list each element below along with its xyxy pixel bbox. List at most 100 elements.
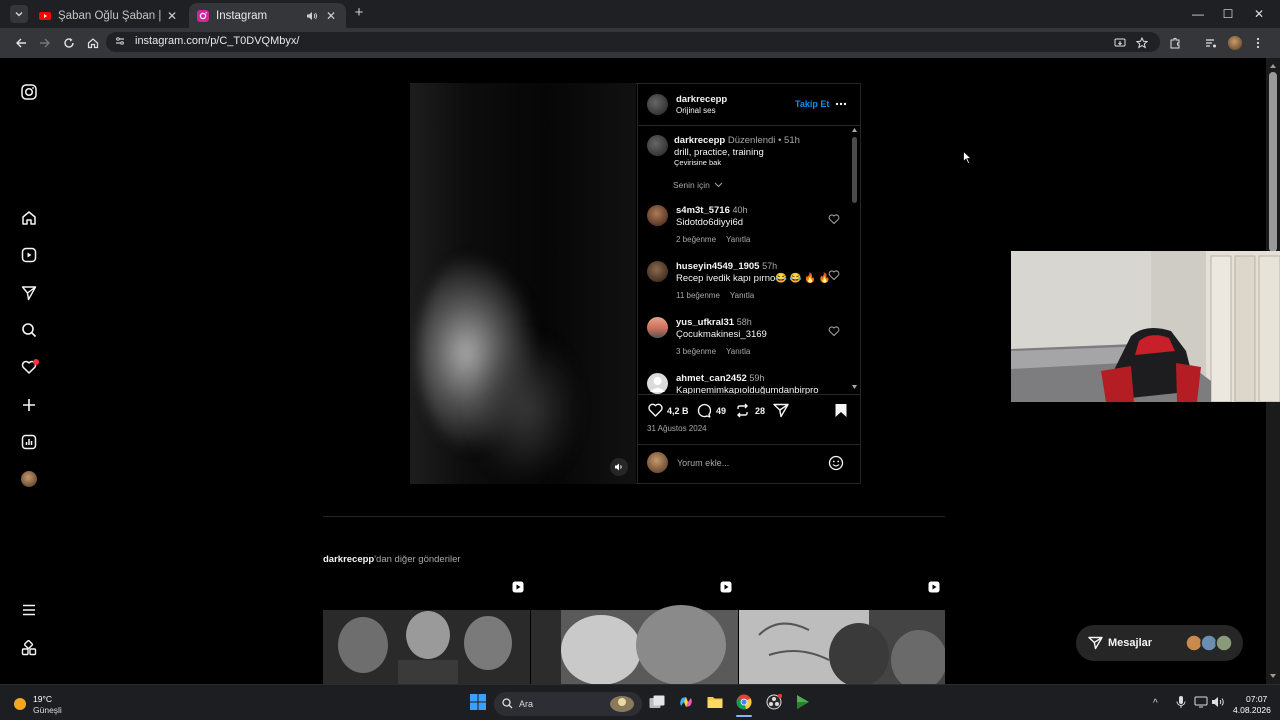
forward-button[interactable] — [36, 34, 54, 52]
reply-button[interactable]: Yanıtla — [726, 235, 750, 244]
back-button[interactable] — [12, 34, 30, 52]
search-icon[interactable] — [20, 321, 38, 339]
unmute-button[interactable] — [610, 458, 628, 476]
create-plus-icon[interactable] — [20, 396, 38, 414]
author-username[interactable]: darkrecepp — [676, 94, 727, 105]
search-highlight-icon — [607, 694, 637, 714]
more-post-thumbnail[interactable] — [323, 575, 530, 684]
reply-button[interactable]: Yanıtla — [730, 291, 754, 300]
post-options-icon[interactable] — [835, 102, 847, 106]
like-count[interactable]: 4,2 B — [667, 406, 689, 416]
comment-username[interactable]: huseyin4549_1905 — [676, 261, 759, 272]
caption-username[interactable]: darkrecepp — [674, 135, 725, 146]
emoji-picker-icon[interactable] — [828, 455, 844, 471]
translate-link[interactable]: Çevirisine bak — [674, 158, 721, 167]
browser-menu-icon[interactable] — [1249, 34, 1267, 52]
tab-search-button[interactable] — [10, 5, 28, 23]
reload-icon — [64, 38, 74, 48]
install-app-icon[interactable] — [1111, 34, 1129, 52]
site-info-icon[interactable] — [113, 34, 127, 48]
follow-button[interactable]: Takip Et — [795, 99, 829, 109]
more-posts-title: darkrecepp'dan diğer gönderiler — [323, 554, 461, 565]
task-view-icon[interactable] — [647, 692, 667, 712]
comment-likes[interactable]: 11 beğenme — [676, 291, 720, 300]
chrome-icon[interactable] — [734, 692, 754, 712]
copilot-icon[interactable] — [676, 692, 696, 712]
tab-instagram[interactable]: Instagram ✕ — [189, 3, 346, 28]
share-send-icon[interactable] — [773, 403, 789, 418]
windows-start-icon[interactable] — [468, 692, 488, 712]
save-bookmark-icon[interactable] — [834, 403, 848, 418]
arrow-right-icon — [40, 38, 50, 48]
reply-button[interactable]: Yanıtla — [726, 347, 750, 356]
volume-icon[interactable] — [1208, 692, 1228, 712]
repost-count[interactable]: 28 — [755, 406, 765, 416]
dashboard-icon[interactable] — [20, 433, 38, 451]
tab-youtube[interactable]: Şaban Oğlu Şaban | FULL HD - Y ✕ — [31, 3, 187, 28]
sun-weather-icon[interactable] — [13, 697, 27, 711]
home-nav-icon[interactable] — [20, 209, 38, 227]
caption-avatar[interactable] — [647, 135, 668, 156]
new-tab-button[interactable]: + — [352, 5, 366, 20]
comment-avatar[interactable] — [647, 261, 668, 282]
comment-likes[interactable]: 3 beğenme — [676, 347, 716, 356]
tab-title: Instagram — [216, 9, 268, 22]
minimize-button[interactable]: — — [1190, 6, 1206, 22]
tray-overflow-icon[interactable]: ^ — [1153, 698, 1158, 709]
comment-like-heart-icon[interactable] — [828, 325, 840, 337]
more-menu-icon[interactable] — [20, 601, 38, 619]
instagram-logo-icon[interactable] — [20, 83, 38, 101]
direct-send-icon[interactable] — [20, 284, 38, 302]
file-explorer-icon[interactable] — [705, 692, 725, 712]
mouse-cursor-icon — [963, 151, 972, 164]
comment-bubble-icon[interactable] — [696, 403, 711, 418]
url-text: instagram.com/p/C_T0DVQMbyx/ — [135, 35, 300, 47]
media-controls-icon[interactable] — [1202, 34, 1220, 52]
close-tab-icon[interactable]: ✕ — [324, 9, 338, 23]
close-tab-icon[interactable]: ✕ — [165, 9, 179, 23]
comment-likes[interactable]: 2 beğenme — [676, 235, 716, 244]
weather-description[interactable]: Güneşli — [33, 705, 62, 715]
close-window-button[interactable]: ✕ — [1251, 6, 1267, 22]
speaker-icon[interactable] — [306, 10, 318, 22]
reload-button[interactable] — [60, 34, 78, 52]
reel-badge-icon — [720, 581, 732, 593]
profile-nav-avatar[interactable] — [20, 470, 38, 488]
home-button[interactable] — [84, 34, 102, 52]
comment-username[interactable]: s4m3t_5716 — [676, 205, 730, 216]
comment-like-heart-icon[interactable] — [828, 213, 840, 225]
maximize-button[interactable]: ☐ — [1220, 6, 1236, 22]
extensions-icon[interactable] — [1166, 34, 1184, 52]
bookmark-star-icon[interactable] — [1133, 34, 1151, 52]
threads-apps-icon[interactable] — [20, 639, 38, 657]
repost-icon[interactable] — [735, 403, 750, 418]
clock-time[interactable]: 07:07 — [1246, 694, 1267, 704]
more-post-thumbnail[interactable] — [739, 575, 945, 684]
reels-icon[interactable] — [20, 246, 38, 264]
comment-avatar[interactable] — [647, 373, 668, 394]
like-heart-icon[interactable] — [648, 403, 663, 417]
current-user-avatar — [647, 452, 668, 473]
profile-avatar[interactable] — [1226, 34, 1244, 52]
comment-count[interactable]: 49 — [716, 406, 726, 416]
comment-item: s4m3t_5716 40h Sidotdo6diyyi6d 2 beğenme… — [647, 205, 852, 245]
speaker-icon — [615, 463, 622, 471]
weather-temperature[interactable]: 19°C — [33, 694, 52, 704]
comment-username[interactable]: yus_ufkral31 — [676, 317, 734, 328]
comment-sort-dropdown[interactable]: Senin için — [673, 180, 723, 190]
comment-username[interactable]: ahmet_can2452 — [676, 373, 747, 384]
comment-avatar[interactable] — [647, 317, 668, 338]
clock-date[interactable]: 4.08.2026 — [1233, 705, 1271, 715]
post-video[interactable] — [410, 83, 636, 484]
comment-avatar[interactable] — [647, 205, 668, 226]
author-avatar[interactable] — [647, 94, 668, 115]
comment-like-heart-icon[interactable] — [828, 269, 840, 281]
obs-icon[interactable] — [764, 692, 784, 712]
audio-label[interactable]: Orijinal ses — [676, 106, 716, 115]
media-player-icon[interactable] — [793, 692, 813, 712]
comment-input[interactable]: Yorum ekle... — [677, 458, 817, 468]
comments-scroll-thumb[interactable] — [852, 137, 857, 203]
more-post-thumbnail[interactable] — [531, 575, 738, 684]
more-posts-username[interactable]: darkrecepp — [323, 554, 374, 565]
microphone-icon[interactable] — [1171, 692, 1191, 712]
